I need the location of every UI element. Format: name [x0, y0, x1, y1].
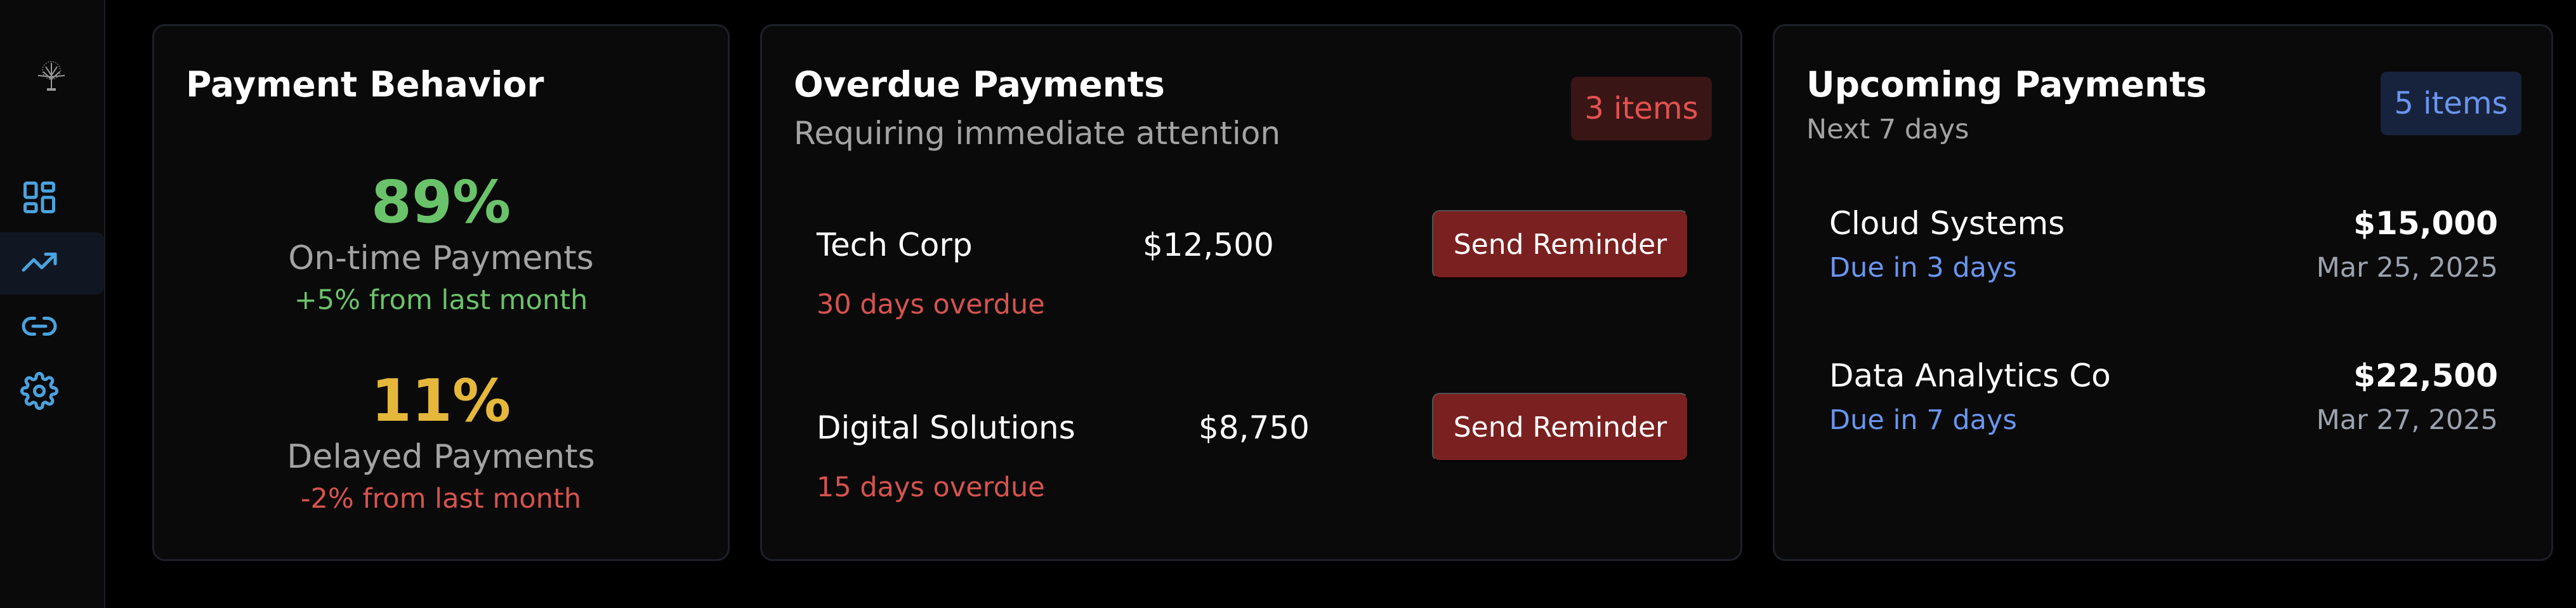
card-subtitle: Requiring immediate attention	[794, 115, 1281, 152]
ontime-value: 89%	[371, 168, 511, 236]
link-icon	[20, 307, 58, 348]
row-amount: $12,500	[1143, 227, 1274, 263]
due-status: Due in 7 days	[1829, 404, 2017, 436]
row-name: Cloud Systems	[1829, 205, 2065, 242]
row-amount: $22,500	[2353, 357, 2498, 394]
row-name: Tech Corp	[817, 227, 973, 263]
delayed-stat: 11% Delayed Payments -2% from last month	[154, 372, 728, 514]
sidebar-item-settings[interactable]	[0, 361, 104, 423]
ontime-change: +5% from last month	[294, 284, 588, 317]
row-amount: $8,750	[1199, 409, 1310, 446]
delayed-value: 11%	[371, 367, 511, 435]
send-reminder-button[interactable]: Send Reminder	[1432, 393, 1688, 461]
delayed-label: Delayed Payments	[287, 438, 595, 476]
due-status: Due in 3 days	[1829, 252, 2017, 284]
delayed-change: -2% from last month	[301, 483, 581, 515]
trending-up-icon	[20, 243, 58, 284]
upcoming-payments-card: Upcoming Payments Next 7 days 5 items Cl…	[1773, 24, 2553, 561]
grid-icon	[20, 178, 58, 219]
due-date: Mar 27, 2025	[2316, 404, 2498, 436]
overdue-count-badge: 3 items	[1571, 77, 1712, 140]
ontime-label: On-time Payments	[288, 239, 594, 277]
overdue-payments-card: Overdue Payments Requiring immediate att…	[760, 24, 1742, 561]
overdue-status: 30 days overdue	[817, 289, 1045, 321]
due-date: Mar 25, 2025	[2316, 252, 2498, 284]
row-name: Data Analytics Co	[1829, 357, 2111, 394]
row-amount: $15,000	[2353, 205, 2498, 242]
sidebar-item-analytics[interactable]	[0, 232, 104, 294]
send-reminder-button[interactable]: Send Reminder	[1432, 210, 1688, 279]
card-subtitle: Next 7 days	[1806, 114, 1969, 145]
overdue-status: 15 days overdue	[817, 472, 1045, 503]
tree-icon[interactable]	[32, 60, 71, 92]
sidebar-item-links[interactable]	[0, 296, 104, 359]
payment-behavior-card: Payment Behavior 89% On-time Payments +5…	[152, 24, 730, 561]
upcoming-count-badge: 5 items	[2381, 72, 2521, 135]
card-title: Overdue Payments	[794, 64, 1165, 105]
sidebar	[0, 0, 105, 608]
gear-icon	[20, 372, 58, 413]
ontime-stat: 89% On-time Payments +5% from last month	[154, 173, 728, 315]
sidebar-item-dashboard[interactable]	[0, 168, 104, 230]
card-title: Payment Behavior	[186, 64, 544, 105]
card-title: Upcoming Payments	[1806, 64, 2207, 105]
row-name: Digital Solutions	[817, 409, 1075, 446]
